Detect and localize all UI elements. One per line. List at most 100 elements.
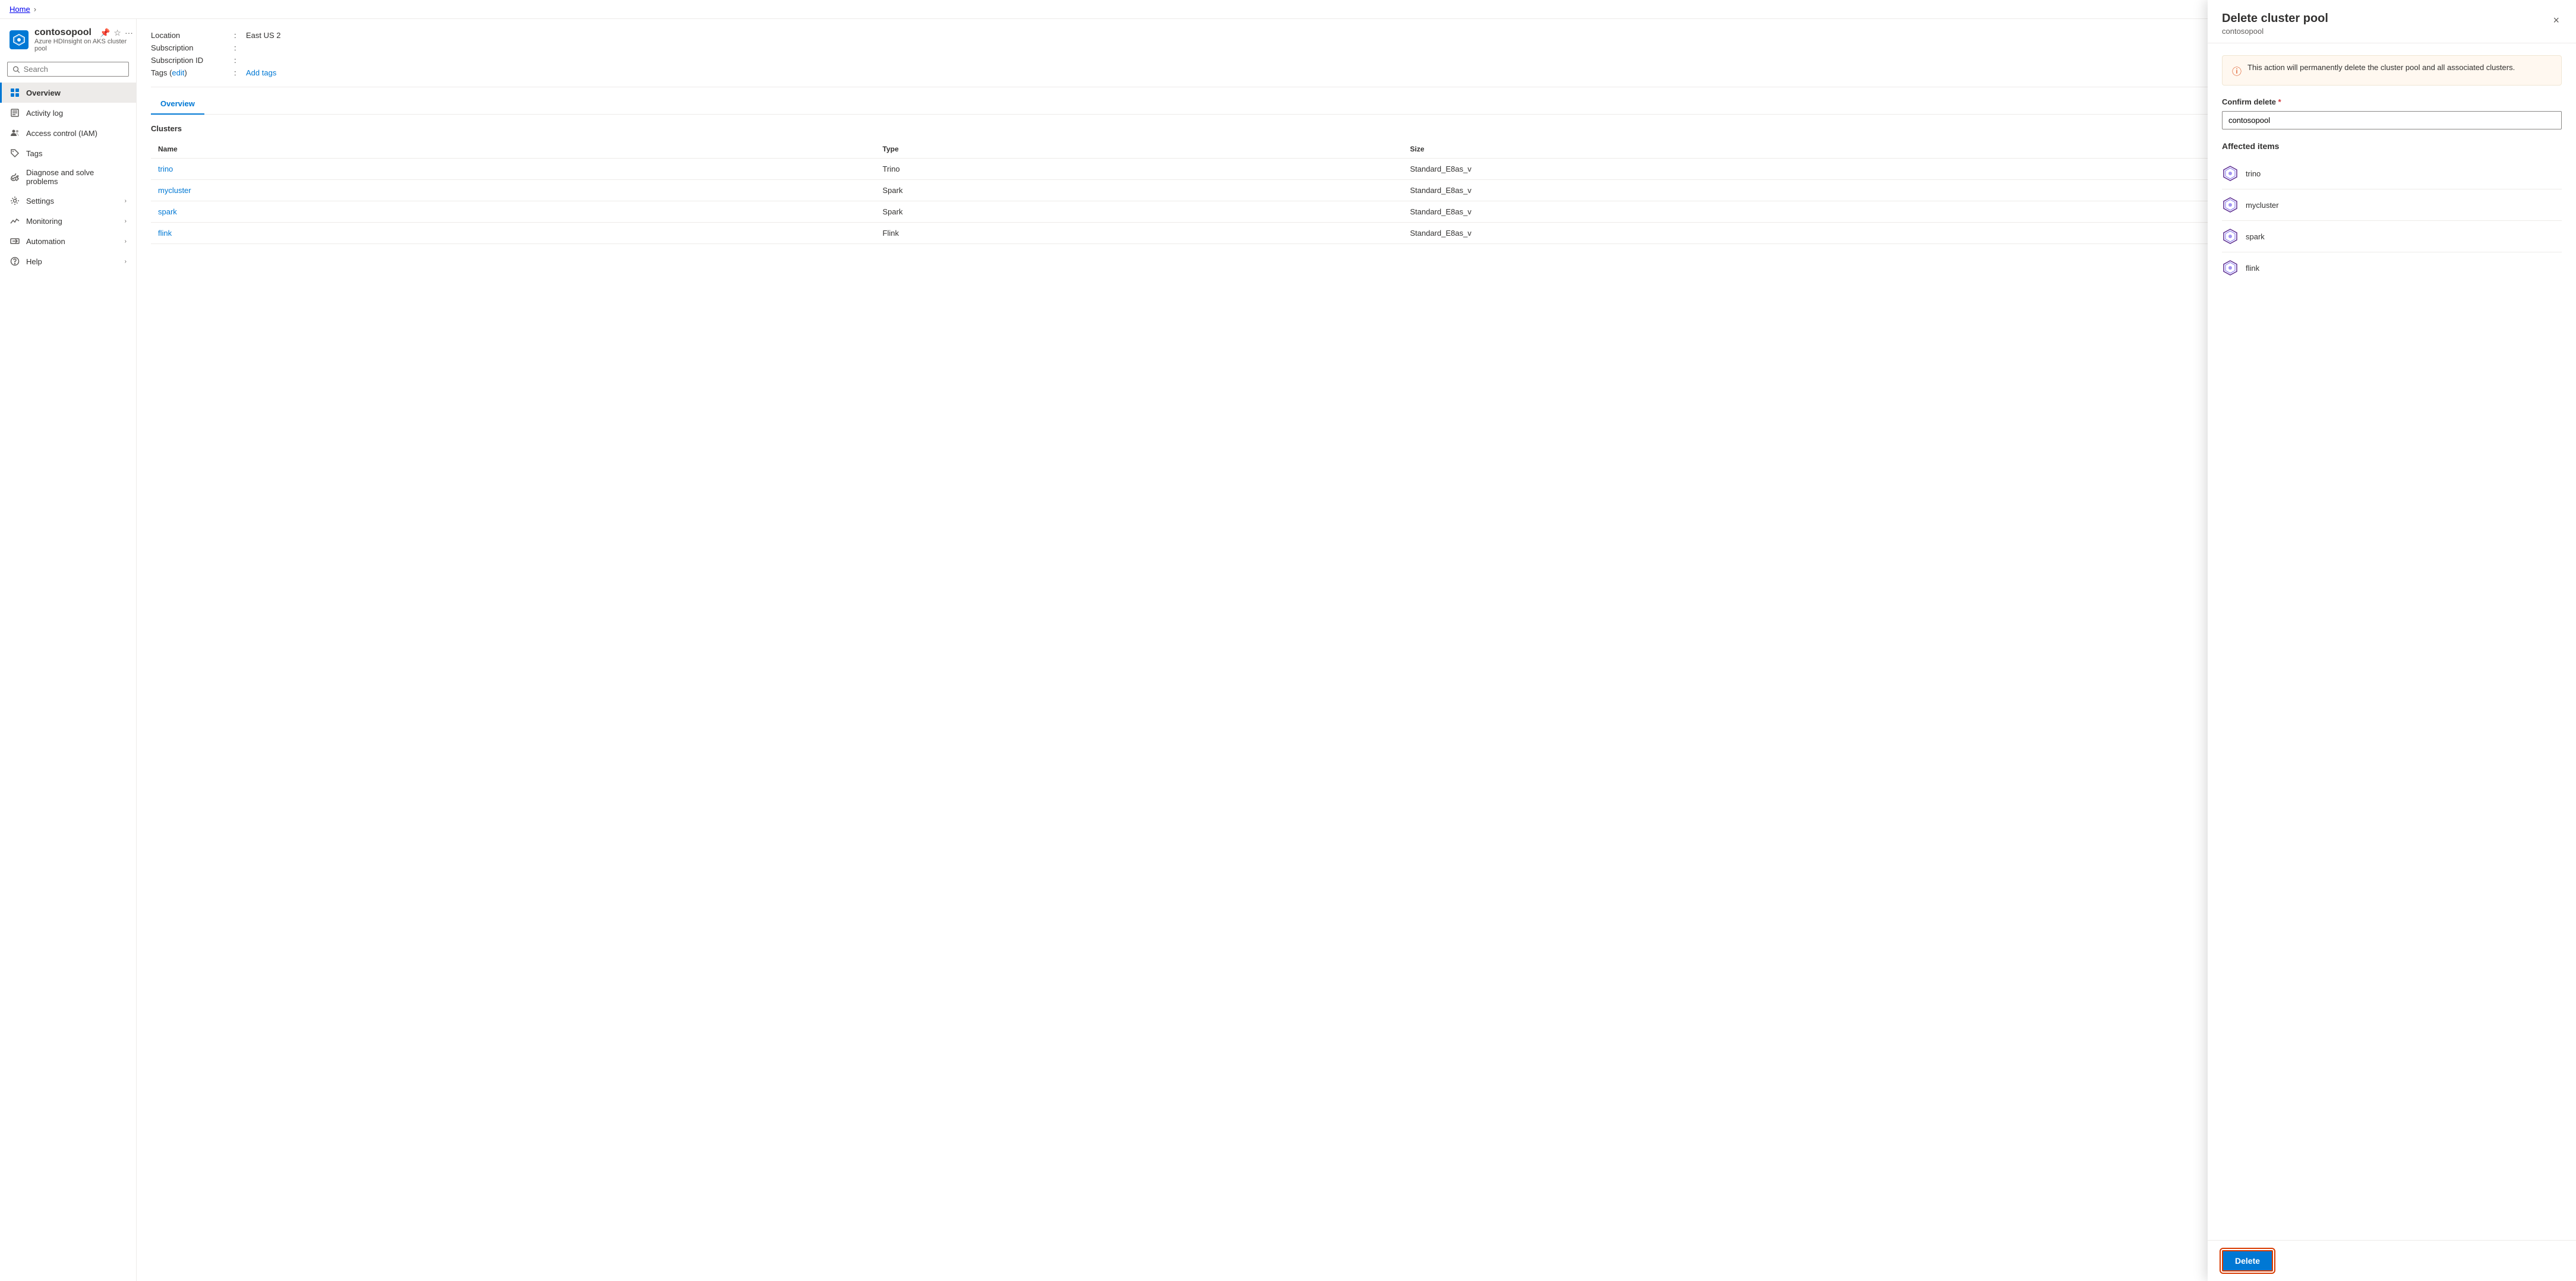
monitoring-icon (10, 216, 20, 226)
cell-type: Flink (876, 223, 1403, 244)
sidebar-item-help-label: Help (26, 257, 42, 266)
cluster-icon (2222, 197, 2239, 213)
sidebar-item-overview-label: Overview (26, 88, 61, 97)
confirm-label: Confirm delete * (2222, 97, 2562, 106)
sidebar-item-automation[interactable]: Automation › (0, 231, 136, 251)
cell-name: spark (151, 201, 876, 223)
subscription-id-label: Subscription ID (151, 56, 234, 65)
required-star: * (2278, 97, 2281, 106)
search-box[interactable] (7, 62, 129, 77)
list-icon (10, 107, 20, 118)
affected-item: spark (2222, 221, 2562, 252)
settings-expand-icon: › (125, 198, 127, 204)
cell-name: flink (151, 223, 876, 244)
tab-overview[interactable]: Overview (151, 94, 204, 114)
affected-item-name: spark (2246, 232, 2265, 241)
affected-item: mycluster (2222, 189, 2562, 221)
location-label: Location (151, 31, 234, 40)
subscription-label: Subscription (151, 43, 234, 52)
sidebar-header: contosopool 📌 ☆ ··· Azure HDInsight on A… (0, 19, 136, 58)
sidebar-item-tags[interactable]: Tags (0, 143, 136, 163)
affected-heading: Affected items (2222, 141, 2562, 151)
tags-edit-link[interactable]: edit (172, 68, 184, 77)
confirm-input[interactable] (2222, 111, 2562, 129)
pin-icon[interactable]: 📌 (100, 28, 110, 38)
cell-type: Spark (876, 180, 1403, 201)
panel-footer: Delete (2208, 1240, 2576, 1281)
sidebar-item-settings[interactable]: Settings › (0, 191, 136, 211)
tabs-bar: Overview (151, 94, 2562, 115)
delete-button[interactable]: Delete (2222, 1250, 2273, 1271)
tag-icon (10, 148, 20, 159)
help-icon (10, 256, 20, 267)
sidebar-item-activity-log-label: Activity log (26, 109, 63, 118)
sidebar-item-activity-log[interactable]: Activity log (0, 103, 136, 123)
wrench-icon (10, 172, 20, 182)
search-icon (12, 65, 20, 74)
affected-item-name: trino (2246, 169, 2261, 178)
sidebar-item-monitoring[interactable]: Monitoring › (0, 211, 136, 231)
panel-body: ⓘ This action will permanently delete th… (2208, 43, 2576, 1240)
sidebar-item-automation-label: Automation (26, 237, 65, 246)
sidebar-item-tags-label: Tags (26, 149, 42, 158)
cluster-icon (2222, 228, 2239, 245)
cluster-icon (2222, 260, 2239, 276)
affected-item-name: flink (2246, 264, 2259, 273)
star-icon[interactable]: ☆ (113, 28, 121, 38)
sidebar-item-overview[interactable]: Overview (0, 83, 136, 103)
search-input[interactable] (24, 65, 124, 74)
monitoring-expand-icon: › (125, 218, 127, 224)
cell-name: mycluster (151, 180, 876, 201)
grid-icon (10, 87, 20, 98)
automation-expand-icon: › (125, 238, 127, 245)
more-icon[interactable]: ··· (125, 28, 133, 37)
sidebar-item-access-control-label: Access control (IAM) (26, 129, 97, 138)
breadcrumb: Home › (0, 0, 2576, 19)
table-row: spark Spark Standard_E8as_v (151, 201, 2562, 223)
automation-icon (10, 236, 20, 246)
panel-title: Delete cluster pool (2222, 19, 2328, 26)
help-expand-icon: › (125, 258, 127, 265)
affected-item: trino (2222, 158, 2562, 189)
cluster-link[interactable]: mycluster (158, 186, 191, 195)
cluster-icon (2222, 165, 2239, 182)
cell-type: Trino (876, 159, 1403, 180)
app-logo (10, 30, 29, 49)
breadcrumb-chevron: › (34, 5, 36, 14)
panel-title-block: Delete cluster pool contosopool (2222, 19, 2328, 36)
cell-name: trino (151, 159, 876, 180)
sidebar-nav: Overview Activity log Access control (IA… (0, 83, 136, 1281)
sidebar-item-help[interactable]: Help › (0, 251, 136, 271)
sidebar-item-diagnose-label: Diagnose and solve problems (26, 168, 127, 186)
panel-header: Delete cluster pool contosopool × (2208, 19, 2576, 43)
affected-item-name: mycluster (2246, 201, 2279, 210)
panel-close-button[interactable]: × (2550, 19, 2562, 29)
clusters-heading: Clusters (151, 124, 2562, 133)
people-icon (10, 128, 20, 138)
sidebar-item-access-control[interactable]: Access control (IAM) (0, 123, 136, 143)
panel-subtitle: contosopool (2222, 27, 2328, 36)
tags-label: Tags (edit) (151, 68, 234, 77)
affected-list: trino mycluster spark flink (2222, 158, 2562, 283)
home-link[interactable]: Home (10, 5, 30, 14)
clusters-table: Name Type Size trino Trino Standard_E8as… (151, 140, 2562, 244)
affected-item: flink (2222, 252, 2562, 283)
add-tags-link[interactable]: Add tags (246, 68, 276, 77)
settings-icon (10, 195, 20, 206)
cell-type: Spark (876, 201, 1403, 223)
cluster-link[interactable]: spark (158, 207, 177, 216)
col-type: Type (876, 140, 1403, 159)
table-row: flink Flink Standard_E8as_v (151, 223, 2562, 244)
delete-panel: Delete cluster pool contosopool × ⓘ This… (2208, 19, 2576, 1281)
sidebar-item-settings-label: Settings (26, 197, 54, 205)
cluster-link[interactable]: flink (158, 229, 172, 238)
warning-banner: ⓘ This action will permanently delete th… (2222, 55, 2562, 86)
sidebar-item-diagnose[interactable]: Diagnose and solve problems (0, 163, 136, 191)
warning-icon: ⓘ (2232, 64, 2242, 78)
col-name: Name (151, 140, 876, 159)
cluster-link[interactable]: trino (158, 165, 173, 173)
sidebar: contosopool 📌 ☆ ··· Azure HDInsight on A… (0, 19, 137, 1281)
table-row: mycluster Spark Standard_E8as_v (151, 180, 2562, 201)
table-row: trino Trino Standard_E8as_v (151, 159, 2562, 180)
warning-text: This action will permanently delete the … (2247, 63, 2515, 72)
